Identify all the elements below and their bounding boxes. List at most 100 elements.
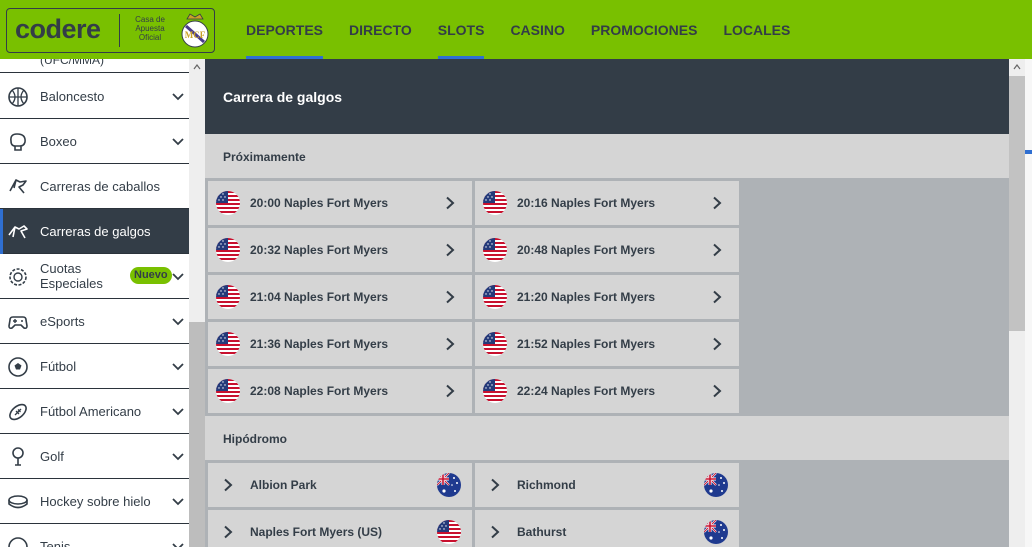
golf-icon — [12, 447, 24, 466]
nav-directo[interactable]: DIRECTO — [349, 0, 412, 59]
sidebar-item-cuotas-especiales[interactable]: Cuotas Especiales Nuevo — [0, 254, 189, 299]
sidebar-item-label: Cuotas Especiales — [40, 261, 103, 291]
race-label: 21:20 Naples Fort Myers — [517, 290, 656, 304]
track-card[interactable]: Albion Park — [208, 463, 472, 507]
sidebar-item-ufc-partial[interactable]: (UFC/MMA) — [0, 59, 189, 73]
sidebar-item-label: Fútbol — [40, 358, 77, 374]
svg-text:MCF: MCF — [185, 30, 206, 40]
scroll-up-icon[interactable] — [1013, 63, 1021, 71]
scroll-up-icon[interactable] — [193, 63, 201, 71]
track-flag — [704, 473, 728, 497]
track-card[interactable]: Naples Fort Myers (US) — [208, 510, 472, 547]
usa-flag-icon — [437, 520, 461, 544]
race-card[interactable]: 20:48 Naples Fort Myers — [475, 228, 739, 272]
chevron-right-icon — [446, 337, 455, 351]
sidebar-item-boxeo[interactable]: Boxeo — [0, 119, 189, 164]
sidebar-item-label: Fútbol Americano — [40, 403, 142, 419]
sidebar-item-futbol-americano[interactable]: Fútbol Americano — [0, 389, 189, 434]
race-card[interactable]: 20:32 Naples Fort Myers — [208, 228, 472, 272]
nav-slots[interactable]: SLOTS — [437, 0, 484, 59]
race-label: 20:48 Naples Fort Myers — [517, 243, 656, 257]
logo-wordmark: codere — [15, 14, 101, 44]
race-flag — [216, 191, 240, 215]
usa-flag-icon — [483, 332, 507, 356]
chevron-right-icon — [713, 290, 722, 304]
race-card[interactable]: 21:36 Naples Fort Myers — [208, 322, 472, 366]
tennis-icon — [8, 537, 28, 547]
race-label: 20:00 Naples Fort Myers — [250, 196, 389, 210]
main-content: Carrera de galgos Próximamente 20:00 Nap… — [205, 59, 1009, 547]
race-flag — [483, 238, 507, 262]
race-card[interactable]: 20:16 Naples Fort Myers — [475, 181, 739, 225]
race-card[interactable]: 22:08 Naples Fort Myers — [208, 369, 472, 413]
track-flag — [704, 520, 728, 544]
special-odds-icon — [9, 268, 27, 286]
sidebar-item-tenis[interactable]: Tenis — [0, 524, 189, 547]
track-card[interactable]: Richmond — [475, 463, 739, 507]
race-card[interactable]: 22:24 Naples Fort Myers — [475, 369, 739, 413]
nav-promociones[interactable]: PROMOCIONES — [591, 0, 698, 59]
page-title: Carrera de galgos — [223, 89, 343, 105]
sidebar-item-futbol[interactable]: Fútbol — [0, 344, 189, 389]
section-header-hipodromo: Hipódromo — [205, 416, 1009, 460]
australia-flag-icon — [704, 520, 728, 544]
sidebar-item-label: Baloncesto — [40, 88, 105, 104]
chevron-down-icon — [172, 498, 184, 506]
sidebar-scrollbar-thumb[interactable] — [189, 322, 205, 547]
basketball-icon — [8, 87, 28, 107]
american-football-icon — [9, 403, 27, 421]
page-scrollbar-thumb[interactable] — [1009, 76, 1025, 331]
sidebar-item-label: Golf — [40, 448, 64, 464]
hockey-puck-icon — [8, 495, 28, 509]
race-flag — [216, 332, 240, 356]
greyhound-icon — [8, 225, 28, 239]
nav-casino[interactable]: CASINO — [510, 0, 564, 59]
nav-deportes[interactable]: DEPORTES — [246, 0, 324, 59]
window-edge — [1025, 59, 1032, 547]
chevron-right-icon — [713, 337, 722, 351]
race-label: 21:36 Naples Fort Myers — [250, 337, 389, 351]
window-edge-marker — [1025, 150, 1032, 154]
new-badge: Nuevo — [130, 267, 172, 284]
gamepad-icon — [8, 316, 28, 330]
chevron-right-icon — [446, 384, 455, 398]
race-card[interactable]: 21:20 Naples Fort Myers — [475, 275, 739, 319]
chevron-right-icon — [446, 290, 455, 304]
usa-flag-icon — [483, 238, 507, 262]
usa-flag-icon — [216, 285, 240, 309]
chevron-right-icon — [713, 196, 722, 210]
chevron-right-icon — [713, 384, 722, 398]
track-label: Albion Park — [250, 478, 317, 492]
sidebar-item-baloncesto[interactable]: Baloncesto — [0, 74, 189, 119]
page-title-band: Carrera de galgos — [205, 59, 1009, 134]
race-label: 21:52 Naples Fort Myers — [517, 337, 656, 351]
sidebar-item-label: eSports — [40, 313, 85, 329]
race-label: 22:08 Naples Fort Myers — [250, 384, 389, 398]
chevron-down-icon — [172, 363, 184, 371]
chevron-down-icon — [172, 138, 184, 146]
sidebar-item-label: Tenis — [40, 538, 71, 547]
usa-flag-icon — [483, 191, 507, 215]
track-label: Naples Fort Myers (US) — [250, 525, 383, 539]
usa-flag-icon — [216, 238, 240, 262]
sidebar-item-label: Hockey sobre hielo — [40, 493, 151, 509]
sidebar-item-hockey-hielo[interactable]: Hockey sobre hielo — [0, 479, 189, 524]
nav-locales[interactable]: LOCALES — [723, 0, 790, 59]
sidebar-item-carreras-galgos[interactable]: Carreras de galgos — [0, 209, 189, 254]
usa-flag-icon — [216, 332, 240, 356]
race-flag — [483, 285, 507, 309]
codere-logo[interactable]: codere Casa de Apuesta Oficial MCF — [6, 8, 215, 53]
race-card[interactable]: 21:52 Naples Fort Myers — [475, 322, 739, 366]
sidebar-item-golf[interactable]: Golf — [0, 434, 189, 479]
logo-divider — [119, 14, 120, 47]
chevron-right-icon — [713, 243, 722, 257]
sidebar-item-carreras-caballos[interactable]: Carreras de caballos — [0, 164, 189, 209]
race-card[interactable]: 20:00 Naples Fort Myers — [208, 181, 472, 225]
real-madrid-crest-icon: MCF — [181, 13, 209, 48]
race-flag — [216, 285, 240, 309]
usa-flag-icon — [483, 379, 507, 403]
track-card[interactable]: Bathurst — [475, 510, 739, 547]
sidebar-item-esports[interactable]: eSports — [0, 299, 189, 344]
chevron-down-icon — [172, 543, 184, 547]
race-card[interactable]: 21:04 Naples Fort Myers — [208, 275, 472, 319]
